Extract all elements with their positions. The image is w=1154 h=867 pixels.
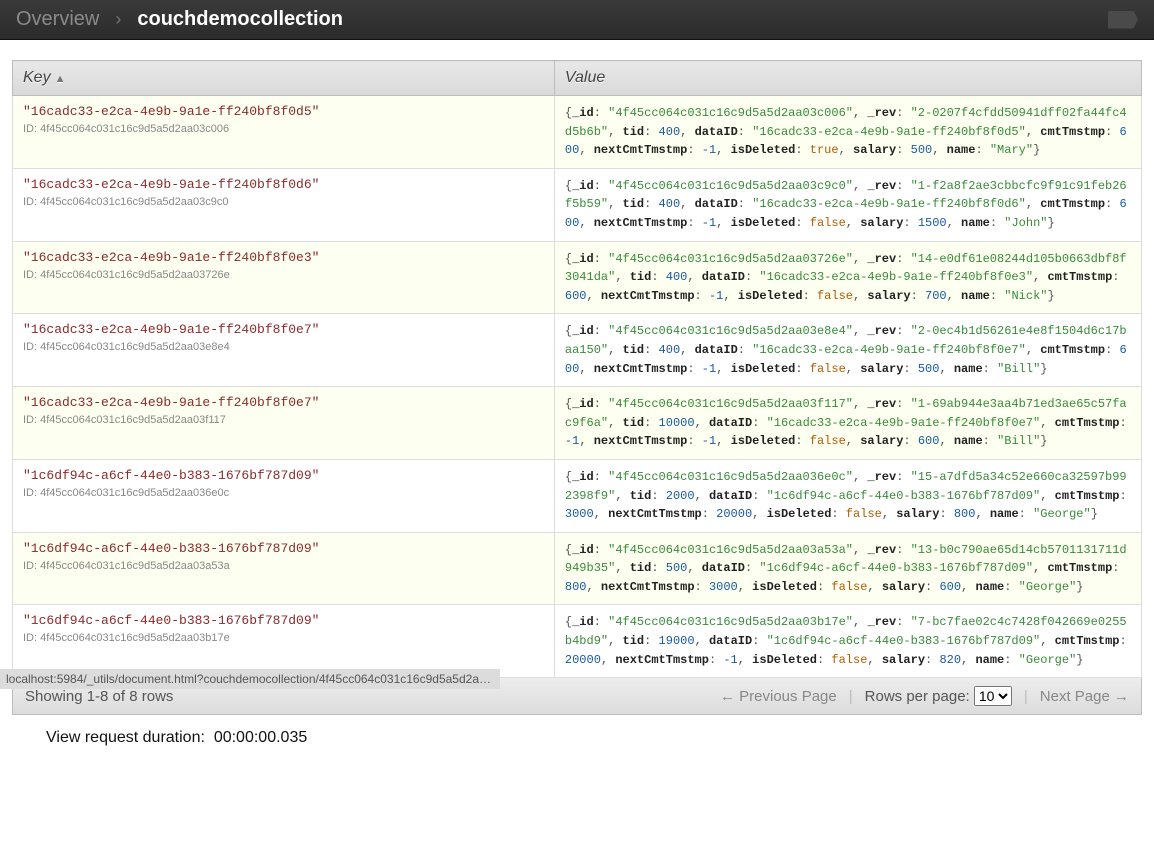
- document-key-link[interactable]: "16cadc33-e2ca-4e9b-9a1e-ff240bf8f0d6": [23, 177, 544, 192]
- document-key-link[interactable]: "1c6df94c-a6cf-44e0-b383-1676bf787d09": [23, 541, 544, 556]
- rows-per-page-label: Rows per page:: [865, 688, 970, 705]
- breadcrumb-overview[interactable]: Overview: [16, 8, 99, 31]
- document-id: ID: 4f45cc064c031c16c9d5a5d2aa036e0c: [23, 487, 544, 499]
- table-row[interactable]: "16cadc33-e2ca-4e9b-9a1e-ff240bf8f0d6" ID…: [13, 168, 1142, 241]
- table-row[interactable]: "16cadc33-e2ca-4e9b-9a1e-ff240bf8f0d5" ID…: [13, 96, 1142, 169]
- document-id: ID: 4f45cc064c031c16c9d5a5d2aa03726e: [23, 269, 544, 281]
- document-id: ID: 4f45cc064c031c16c9d5a5d2aa03a53a: [23, 560, 544, 572]
- document-value: {_id: "4f45cc064c031c16c9d5a5d2aa03c9c0"…: [565, 177, 1131, 233]
- document-key-link[interactable]: "1c6df94c-a6cf-44e0-b383-1676bf787d09": [23, 468, 544, 483]
- column-header-key[interactable]: Key▲: [13, 61, 555, 96]
- next-page-link[interactable]: Next Page →: [1040, 688, 1129, 705]
- document-key-link[interactable]: "1c6df94c-a6cf-44e0-b383-1676bf787d09": [23, 613, 544, 628]
- document-key-link[interactable]: "16cadc33-e2ca-4e9b-9a1e-ff240bf8f0d5": [23, 104, 544, 119]
- document-key-link[interactable]: "16cadc33-e2ca-4e9b-9a1e-ff240bf8f0e7": [23, 395, 544, 410]
- table-row[interactable]: "1c6df94c-a6cf-44e0-b383-1676bf787d09" ID…: [13, 459, 1142, 532]
- rows-per-page-select[interactable]: 10: [974, 686, 1012, 706]
- document-key-link[interactable]: "16cadc33-e2ca-4e9b-9a1e-ff240bf8f0e7": [23, 322, 544, 337]
- table-row[interactable]: "16cadc33-e2ca-4e9b-9a1e-ff240bf8f0e7" ID…: [13, 314, 1142, 387]
- document-id: ID: 4f45cc064c031c16c9d5a5d2aa03f117: [23, 414, 544, 426]
- document-value: {_id: "4f45cc064c031c16c9d5a5d2aa03726e"…: [565, 250, 1131, 306]
- document-value: {_id: "4f45cc064c031c16c9d5a5d2aa036e0c"…: [565, 468, 1131, 524]
- status-bar: localhost:5984/_utils/document.html?couc…: [0, 669, 500, 689]
- breadcrumb-current: couchdemocollection: [137, 8, 343, 31]
- document-id: ID: 4f45cc064c031c16c9d5a5d2aa03c9c0: [23, 196, 544, 208]
- document-key-link[interactable]: "16cadc33-e2ca-4e9b-9a1e-ff240bf8f0e3": [23, 250, 544, 265]
- pager-showing: Showing 1-8 of 8 rows: [25, 688, 173, 705]
- view-request-duration: View request duration: 00:00:00.035: [46, 729, 1142, 747]
- document-id: ID: 4f45cc064c031c16c9d5a5d2aa03c006: [23, 123, 544, 135]
- document-value: {_id: "4f45cc064c031c16c9d5a5d2aa03e8e4"…: [565, 322, 1131, 378]
- document-value: {_id: "4f45cc064c031c16c9d5a5d2aa03a53a"…: [565, 541, 1131, 597]
- breadcrumb: Overview › couchdemocollection: [0, 0, 1154, 40]
- tag-icon[interactable]: [1108, 11, 1138, 29]
- column-header-value[interactable]: Value: [554, 61, 1141, 96]
- chevron-right-icon: ›: [115, 9, 121, 30]
- document-value: {_id: "4f45cc064c031c16c9d5a5d2aa03b17e"…: [565, 613, 1131, 669]
- document-id: ID: 4f45cc064c031c16c9d5a5d2aa03b17e: [23, 632, 544, 644]
- sort-asc-icon: ▲: [55, 73, 66, 85]
- document-value: {_id: "4f45cc064c031c16c9d5a5d2aa03f117"…: [565, 395, 1131, 451]
- table-row[interactable]: "1c6df94c-a6cf-44e0-b383-1676bf787d09" ID…: [13, 605, 1142, 678]
- table-row[interactable]: "1c6df94c-a6cf-44e0-b383-1676bf787d09" ID…: [13, 532, 1142, 605]
- document-value: {_id: "4f45cc064c031c16c9d5a5d2aa03c006"…: [565, 104, 1131, 160]
- table-row[interactable]: "16cadc33-e2ca-4e9b-9a1e-ff240bf8f0e7" ID…: [13, 387, 1142, 460]
- document-id: ID: 4f45cc064c031c16c9d5a5d2aa03e8e4: [23, 341, 544, 353]
- table-row[interactable]: "16cadc33-e2ca-4e9b-9a1e-ff240bf8f0e3" ID…: [13, 241, 1142, 314]
- documents-table: Key▲ Value "16cadc33-e2ca-4e9b-9a1e-ff24…: [12, 60, 1142, 678]
- prev-page-link[interactable]: ← Previous Page: [720, 688, 837, 705]
